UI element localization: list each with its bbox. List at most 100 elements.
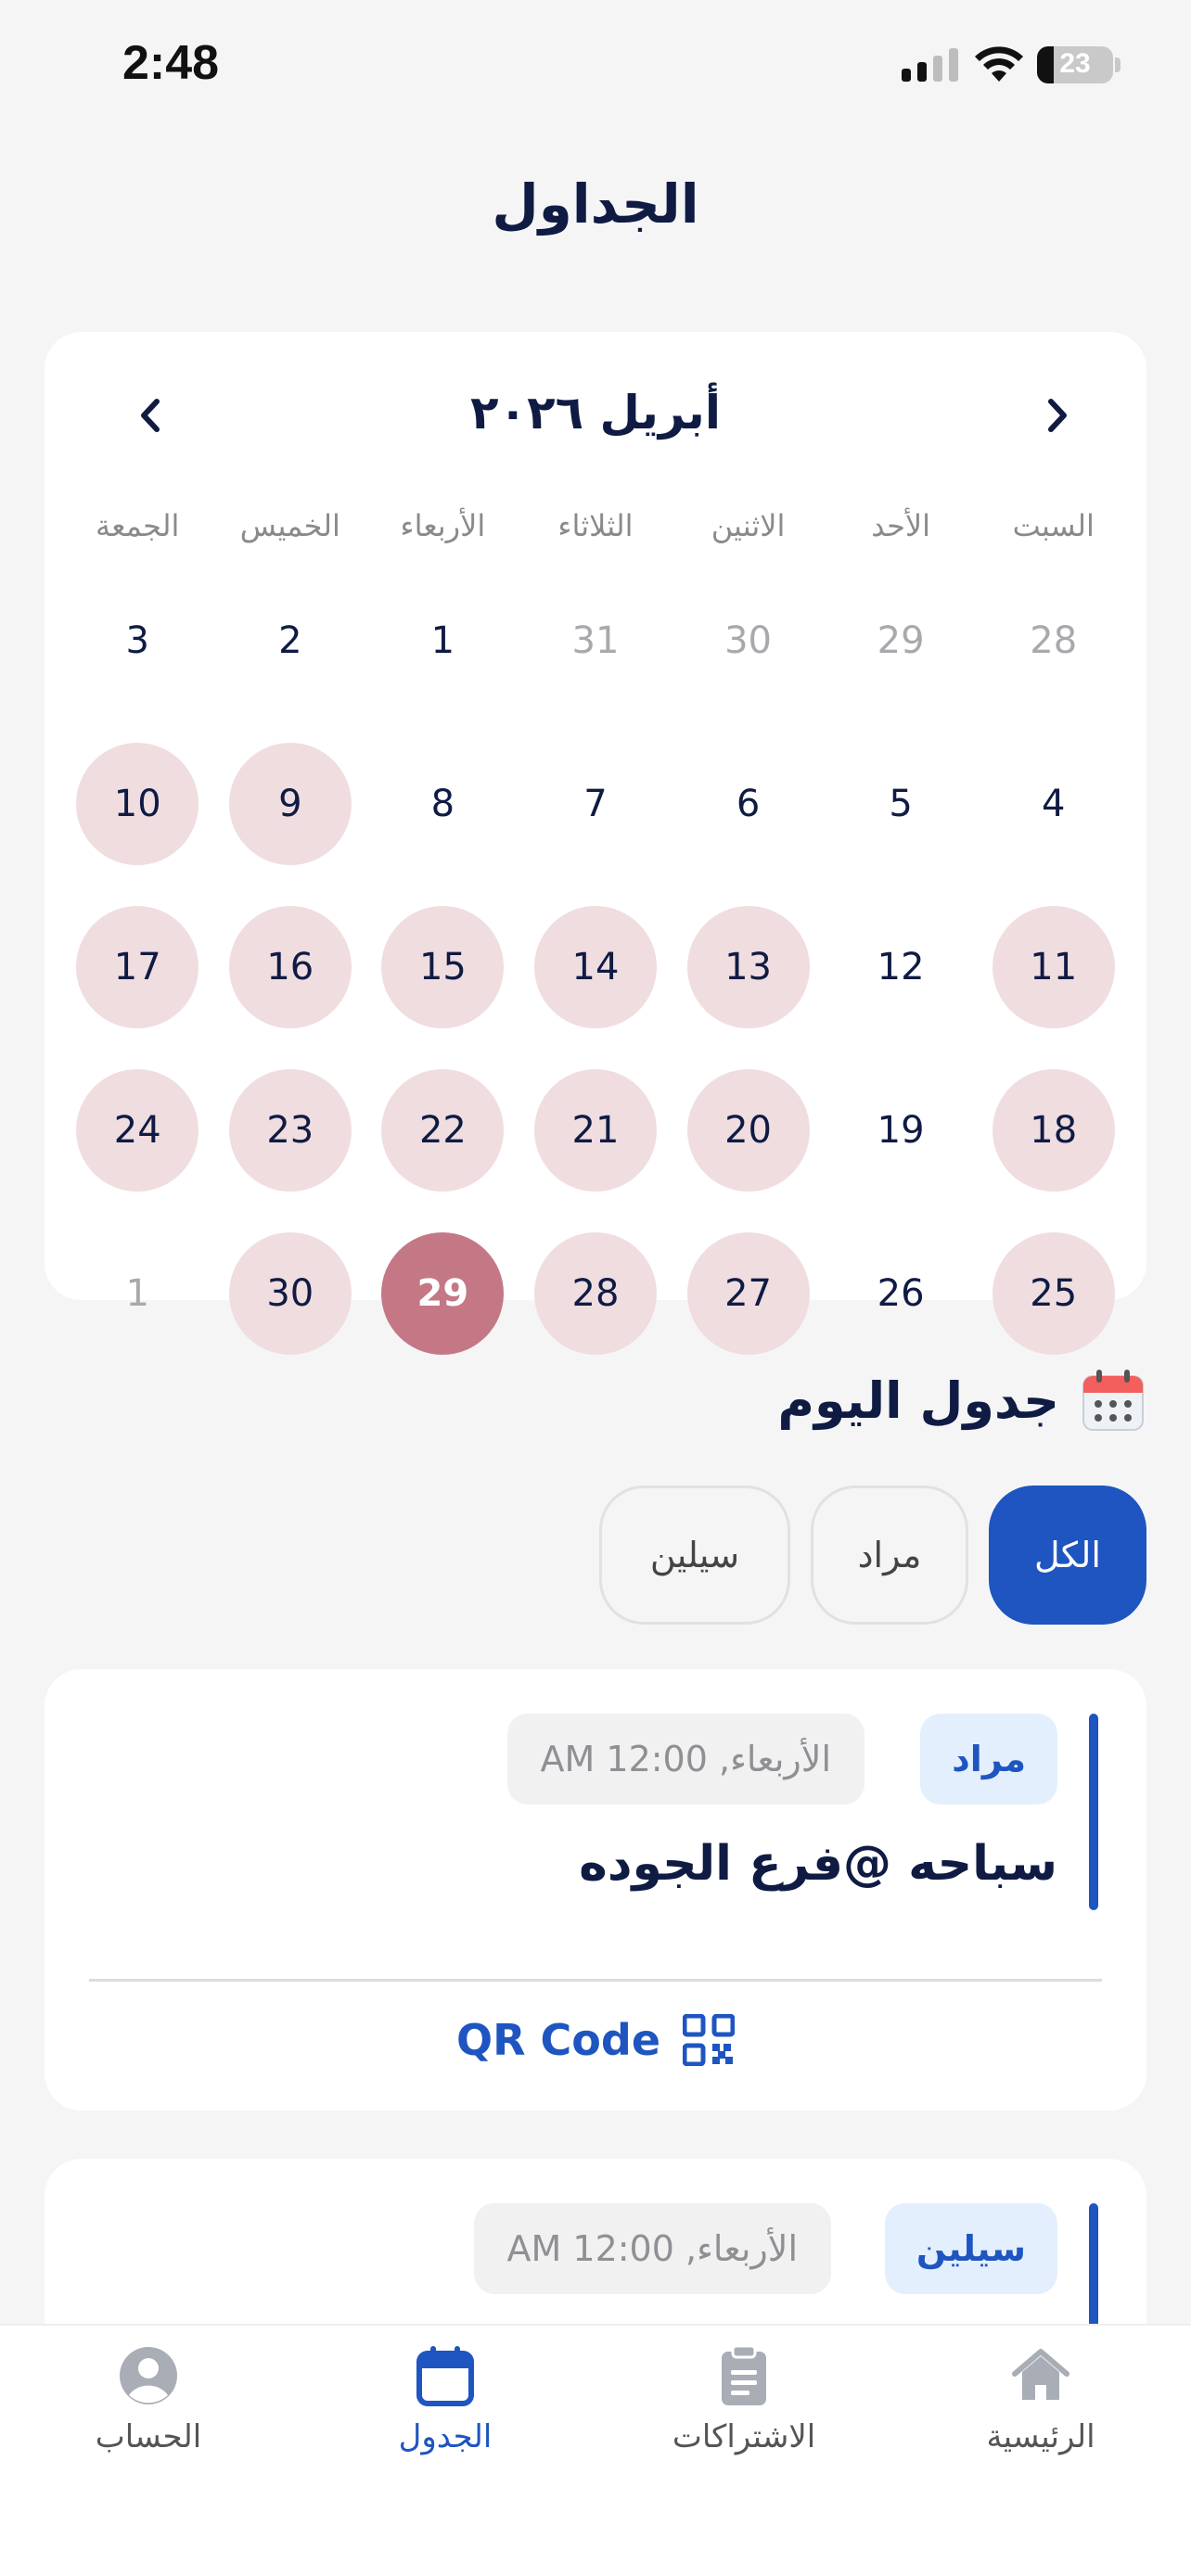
- calendar-day-cell[interactable]: 16: [214, 898, 367, 1037]
- calendar-day-cell[interactable]: 26: [825, 1224, 978, 1363]
- calendar-card: أبريل ٢٠٢٦ السبت الأحد الاثنين الثلاثاء …: [45, 332, 1146, 1355]
- calendar-day-number: 1: [430, 619, 455, 662]
- calendar-day-cell[interactable]: 13: [672, 898, 825, 1037]
- event-time-badge: الأربعاء, 12:00 AM: [473, 2203, 831, 2294]
- weekday-label: الجمعة: [96, 508, 180, 543]
- calendar-day-cell[interactable]: 12: [825, 898, 978, 1037]
- event-person-badge: مراد: [920, 1714, 1057, 1804]
- calendar-day-cell[interactable]: 19: [825, 1061, 978, 1200]
- status-time: 2:48: [122, 36, 220, 90]
- calendar-day-cell[interactable]: 17: [61, 898, 214, 1037]
- calendar-day-cell[interactable]: 11: [977, 898, 1130, 1037]
- calendar-day-number: 1: [125, 1272, 149, 1315]
- calendar-day-cell[interactable]: 3: [61, 571, 214, 710]
- tab-schedule-label: الجدول: [398, 2418, 493, 2455]
- calendar-day-cell[interactable]: 28: [977, 571, 1130, 710]
- event-card[interactable]: مراد الأربعاء, 12:00 AM سباحه @فرع الجود…: [45, 1669, 1146, 2111]
- calendar-day-number: 20: [686, 1069, 810, 1192]
- calendar-day-cell[interactable]: 29: [825, 571, 978, 710]
- chevron-right-icon: [1048, 399, 1067, 432]
- calendar-day-cell[interactable]: 30: [672, 571, 825, 710]
- calendar-day-cell[interactable]: 20: [672, 1061, 825, 1200]
- calendar-day-number: 3: [125, 619, 149, 662]
- calendar-day-number: 2: [278, 619, 302, 662]
- tab-account-label: الحساب: [95, 2418, 202, 2455]
- calendar-day-number: 7: [583, 783, 608, 825]
- tab-account[interactable]: الحساب: [9, 2344, 288, 2493]
- page-title: الجداول: [492, 172, 699, 236]
- calendar-day-cell[interactable]: 31: [519, 571, 672, 710]
- calendar-day-number: 28: [533, 1232, 657, 1355]
- calendar-day-number: 16: [228, 906, 352, 1028]
- tab-home[interactable]: الرئيسية: [902, 2344, 1180, 2493]
- calendar-day-cell[interactable]: 1: [366, 571, 519, 710]
- weekday-label: الاثنين: [711, 508, 786, 543]
- calendar-day-number: 6: [736, 783, 761, 825]
- filter-chips: الكل مراد سيلين: [599, 1486, 1146, 1625]
- today-schedule-title: جدول اليوم: [777, 1371, 1059, 1430]
- weekday-label: السبت: [1012, 508, 1095, 543]
- calendar-day-cell[interactable]: 2: [214, 571, 367, 710]
- cellular-signal-icon: [902, 48, 958, 82]
- tab-schedule[interactable]: الجدول: [306, 2344, 584, 2493]
- home-icon: [1012, 2349, 1069, 2400]
- tab-subscriptions[interactable]: الاشتراكات: [605, 2344, 883, 2493]
- user-account-icon: [120, 2347, 177, 2404]
- qr-code-label: QR Code: [455, 2015, 661, 2065]
- previous-month-button[interactable]: [1030, 388, 1085, 443]
- calendar-day-cell[interactable]: 10: [61, 734, 214, 874]
- weekday-label: الأربعاء: [400, 508, 486, 543]
- weekday-header: السبت الأحد الاثنين الثلاثاء الأربعاء ال…: [61, 508, 1130, 564]
- calendar-day-cell[interactable]: 8: [366, 734, 519, 874]
- calendar-day-number: 12: [877, 946, 925, 988]
- calendar-day-cell[interactable]: 27: [672, 1224, 825, 1363]
- calendar-day-number: 21: [533, 1069, 657, 1192]
- calendar-day-number: 13: [686, 906, 810, 1028]
- calendar-day-cell[interactable]: 28: [519, 1224, 672, 1363]
- calendar-day-cell[interactable]: 21: [519, 1061, 672, 1200]
- calendar-day-cell[interactable]: 4: [977, 734, 1130, 874]
- calendar-day-number: 30: [228, 1232, 352, 1355]
- filter-selin-chip[interactable]: سيلين: [599, 1486, 790, 1625]
- qr-code-button[interactable]: QR Code: [45, 2003, 1146, 2077]
- calendar-day-cell[interactable]: 7: [519, 734, 672, 874]
- calendar-day-cell[interactable]: 23: [214, 1061, 367, 1200]
- calendar-week-row: 25 26 27 28 29 30 1: [61, 1224, 1130, 1363]
- filter-murad-chip[interactable]: مراد: [811, 1486, 968, 1625]
- calendar-day-number: 10: [76, 743, 199, 865]
- weekday-label: الأحد: [871, 508, 930, 543]
- event-accent-bar: [1089, 1714, 1098, 1910]
- today-schedule-heading: جدول اليوم: [777, 1367, 1146, 1434]
- event-divider: [89, 1979, 1102, 1982]
- status-bar: 2:48 23: [0, 0, 1191, 130]
- calendar-day-number: 18: [992, 1069, 1115, 1192]
- calendar-day-number: 27: [686, 1232, 810, 1355]
- calendar-day-number: 31: [571, 619, 620, 662]
- calendar-week-row: 11 12 13 14 15 16 17: [61, 898, 1130, 1037]
- calendar-day-cell[interactable]: 29: [366, 1224, 519, 1363]
- calendar-day-cell[interactable]: 24: [61, 1061, 214, 1200]
- calendar-day-cell[interactable]: 25: [977, 1224, 1130, 1363]
- calendar-day-number: 30: [724, 619, 772, 662]
- month-label: أبريل ٢٠٢٦: [470, 386, 721, 440]
- battery-icon: 23: [1037, 46, 1113, 83]
- calendar-day-cell[interactable]: 9: [214, 734, 367, 874]
- calendar-week-row: 18 19 20 21 22 23 24: [61, 1061, 1130, 1200]
- calendar-day-cell[interactable]: 5: [825, 734, 978, 874]
- filter-all-chip[interactable]: الكل: [989, 1486, 1146, 1625]
- event-title: سباحه @فرع الجوده: [579, 1836, 1057, 1892]
- calendar-day-cell[interactable]: 15: [366, 898, 519, 1037]
- calendar-day-cell[interactable]: 30: [214, 1224, 367, 1363]
- calendar-selected-day: 29: [381, 1232, 505, 1355]
- qr-code-icon: [683, 2014, 736, 2066]
- calendar-day-number: 24: [76, 1069, 199, 1192]
- calendar-day-cell[interactable]: 22: [366, 1061, 519, 1200]
- calendar-week-row: 28 29 30 31 1 2 3: [61, 571, 1130, 710]
- calendar-day-number: 29: [877, 619, 925, 662]
- calendar-day-cell[interactable]: 14: [519, 898, 672, 1037]
- calendar-day-cell[interactable]: 1: [61, 1224, 214, 1363]
- calendar-day-cell[interactable]: 18: [977, 1061, 1130, 1200]
- calendar-day-number: 15: [381, 906, 505, 1028]
- calendar-day-cell[interactable]: 6: [672, 734, 825, 874]
- calendar-day-number: 26: [877, 1272, 925, 1315]
